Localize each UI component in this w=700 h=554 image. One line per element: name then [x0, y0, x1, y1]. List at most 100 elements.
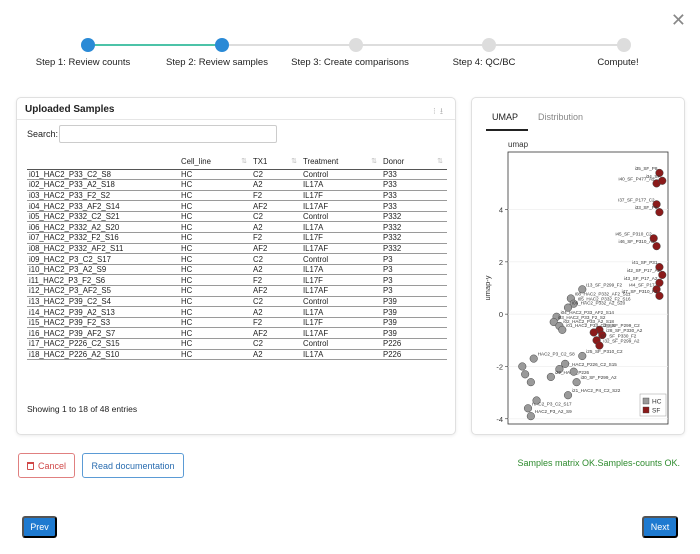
table-cell: F2 [251, 317, 301, 329]
point-label: i13_SF_P299_F2 [586, 282, 622, 287]
table-cell: P332 [381, 221, 447, 234]
table-cell: IL17F [301, 317, 381, 329]
table-row[interactable]: i02_HAC2_P33_A2_S18 HC A2 IL17A P33 [27, 179, 447, 191]
data-point[interactable] [529, 354, 538, 363]
table-row[interactable]: i17_HAC2_P226_C2_S15 HC C2 Control P226 [27, 338, 447, 350]
sort-icon[interactable]: ⇅ [371, 157, 377, 165]
data-point[interactable] [563, 391, 573, 400]
legend-swatch [642, 406, 650, 414]
step-dot-1[interactable] [81, 38, 95, 52]
table-cell: HC [179, 190, 251, 202]
divider [17, 119, 455, 120]
step-dot-3[interactable] [349, 38, 363, 52]
table-row[interactable]: i15_HAC2_P39_F2_S3 HC F2 IL17F P39 [27, 317, 447, 329]
table-row[interactable]: i14_HAC2_P39_A2_S13 HC A2 IL17A P39 [27, 306, 447, 318]
table-cell: i16_HAC2_P39_AF2_S7 [27, 327, 179, 339]
table-cell: C2 [251, 211, 301, 223]
table-cell: C2 [251, 296, 301, 308]
data-point[interactable] [546, 372, 555, 381]
point-label: i37_SF_P177_C2 [618, 197, 655, 202]
data-point[interactable] [521, 370, 530, 379]
step-dot-2[interactable] [215, 38, 229, 52]
data-point[interactable] [526, 412, 535, 421]
close-icon[interactable]: ✕ [671, 10, 686, 31]
table-cell: i12_HAC2_P3_AF2_S5 [27, 285, 179, 297]
data-point[interactable] [561, 359, 570, 368]
table-cell: HC [179, 169, 251, 181]
y-tick-label: -4 [496, 415, 503, 424]
point-label: HAC2_P3_A2_S9 [535, 409, 572, 414]
column-header[interactable]: Cell_line ⇅ [179, 155, 251, 170]
samples-table-wrap[interactable]: Cell_line ⇅ TX1 ⇅ Treatment ⇅ Donor ⇅ i01_HAC2_… [27, 155, 447, 383]
table-cell: i04_HAC2_P33_AF2_S14 [27, 200, 179, 212]
next-button[interactable]: Next [642, 516, 678, 538]
table-row[interactable]: i03_HAC2_P33_F2_S2 HC F2 IL17F P33 [27, 190, 447, 202]
data-point[interactable] [532, 396, 541, 405]
umap-plot[interactable]: umap420-2-4umap-yi40_SF_P477_A2i35_SF_P8… [482, 138, 678, 430]
point-label: i01_HAC2_P33_C2_S8 [566, 323, 615, 328]
table-cell: Control [301, 296, 381, 308]
tab-umap[interactable]: UMAP [492, 112, 518, 122]
data-point[interactable] [558, 325, 567, 334]
step-dot-4[interactable] [482, 38, 496, 52]
prev-button[interactable]: Prev [22, 516, 57, 538]
data-point[interactable] [523, 404, 533, 413]
cancel-button[interactable]: Cancel [18, 453, 75, 478]
column-header[interactable] [27, 155, 179, 170]
column-header[interactable]: TX1 ⇅ [251, 155, 301, 170]
data-point[interactable] [589, 328, 598, 337]
data-point[interactable] [572, 378, 581, 387]
samples-table: Cell_line ⇅ TX1 ⇅ Treatment ⇅ Donor ⇅ i01_HAC2_… [27, 155, 447, 361]
column-header-label: TX1 [253, 157, 268, 167]
column-header[interactable]: Treatment ⇅ [301, 155, 381, 170]
table-row[interactable]: i01_HAC2_P33_C2_S8 HC C2 Control P33 [27, 169, 447, 181]
table-cell: HC [179, 285, 251, 297]
table-cell: P39 [381, 317, 447, 329]
table-cell: P39 [381, 327, 447, 339]
table-cell: P39 [381, 306, 447, 318]
data-point[interactable] [578, 351, 587, 361]
chart-title: umap [508, 140, 529, 149]
data-point[interactable] [569, 367, 578, 376]
table-cell: P3 [381, 274, 447, 287]
table-row[interactable]: i07_HAC2_P332_F2_S16 HC F2 IL17F P332 [27, 232, 447, 244]
table-row[interactable]: i13_HAC2_P39_C2_S4 HC C2 Control P39 [27, 296, 447, 308]
table-cell: A2 [251, 349, 301, 361]
table-row[interactable]: i09_HAC2_P3_C2_S17 HC C2 Control P3 [27, 253, 447, 265]
table-row[interactable]: i04_HAC2_P33_AF2_S14 HC AF2 IL17AF P33 [27, 200, 447, 212]
search-input[interactable] [59, 125, 277, 143]
data-point[interactable] [518, 362, 527, 371]
data-point[interactable] [526, 378, 535, 387]
table-row[interactable]: i05_HAC2_P332_C2_S21 HC C2 Control P332 [27, 211, 447, 223]
table-cell: P226 [381, 349, 447, 361]
table-cell: P3 [381, 253, 447, 265]
column-header[interactable]: Donor ⇅ [381, 155, 447, 170]
table-row[interactable]: i10_HAC2_P3_A2_S9 HC A2 IL17A P3 [27, 264, 447, 276]
card-tools-icons[interactable]: ⁝⭳ [433, 104, 447, 120]
step-dot-5[interactable] [617, 38, 631, 52]
table-row[interactable]: i16_HAC2_P39_AF2_S7 HC AF2 IL17AF P39 [27, 327, 447, 339]
search-label: Search: [27, 129, 59, 139]
read-documentation-button[interactable]: Read documentation [82, 453, 184, 478]
sort-icon[interactable]: ⇅ [437, 157, 443, 165]
table-cell: AF2 [251, 327, 301, 339]
y-axis-label: umap-y [483, 275, 492, 300]
table-cell: IL17AF [301, 200, 381, 212]
uploaded-samples-card: Uploaded Samples ⁝⭳ Search: Cell_line ⇅ TX… [16, 97, 456, 435]
sort-icon[interactable]: ⇅ [291, 157, 297, 165]
table-cell: i08_HAC2_P332_AF2_S11 [27, 243, 179, 255]
table-cell: i05_HAC2_P332_C2_S21 [27, 211, 179, 223]
table-row[interactable]: i12_HAC2_P3_AF2_S5 HC AF2 IL17AF P3 [27, 285, 447, 297]
table-row[interactable]: i08_HAC2_P332_AF2_S11 HC AF2 IL17AF P332 [27, 243, 447, 255]
step-label-1: Step 1: Review counts [35, 57, 131, 68]
table-row[interactable]: i06_HAC2_P332_A2_S20 HC A2 IL17A P332 [27, 221, 447, 234]
table-cell: i07_HAC2_P332_F2_S16 [27, 232, 179, 244]
point-label: i33_SF_P8 [635, 205, 658, 210]
y-tick-label: 4 [499, 206, 503, 215]
tab-distribution[interactable]: Distribution [538, 112, 583, 122]
sort-icon[interactable]: ⇅ [241, 157, 247, 165]
column-header-label: Treatment [303, 157, 339, 167]
table-cell: IL17AF [301, 243, 381, 255]
table-row[interactable]: i18_HAC2_P226_A2_S10 HC A2 IL17A P226 [27, 349, 447, 361]
table-row[interactable]: i11_HAC2_P3_F2_S6 HC F2 IL17F P3 [27, 274, 447, 287]
